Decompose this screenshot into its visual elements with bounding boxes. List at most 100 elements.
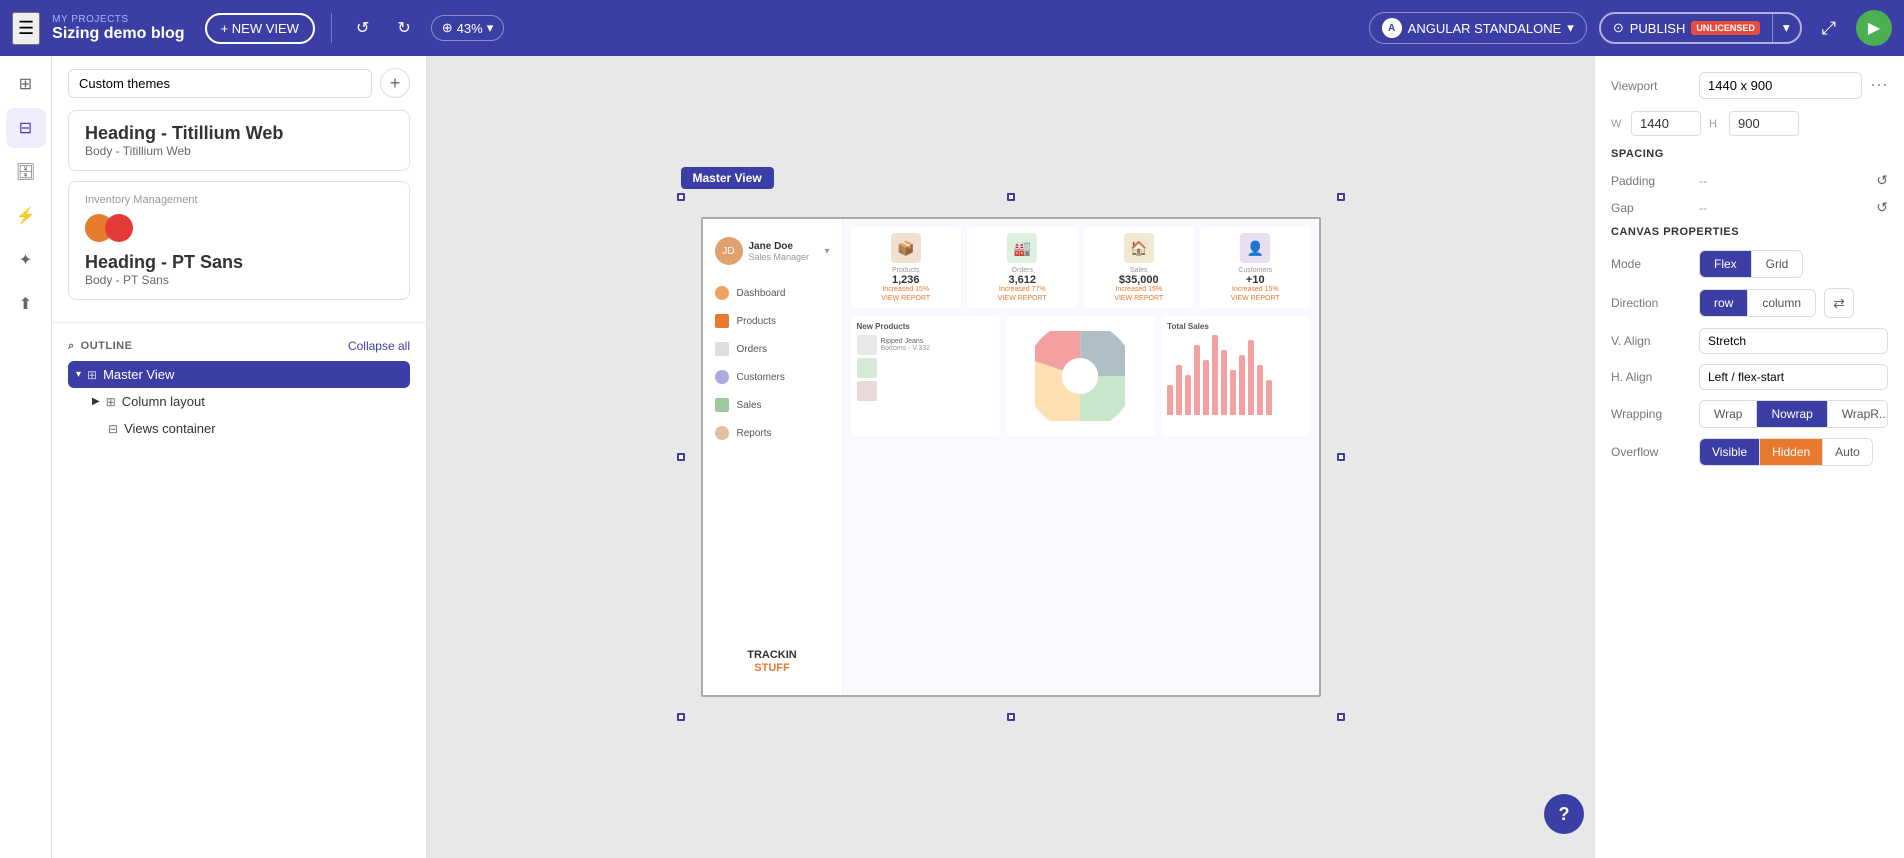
nav-products-label: Products xyxy=(737,316,776,327)
padding-label: Padding xyxy=(1611,174,1691,188)
h-align-select[interactable]: Left / flex-start Center Right / flex-en… xyxy=(1699,364,1888,390)
nav-orders-icon xyxy=(715,342,729,356)
direction-label: Direction xyxy=(1611,296,1691,310)
theme-heading-font: Heading - Titillium Web xyxy=(85,123,393,144)
theme-add-button[interactable]: + xyxy=(380,68,410,98)
handle-middle-right[interactable] xyxy=(1337,453,1345,461)
visible-button[interactable]: Visible xyxy=(1700,439,1760,465)
separator xyxy=(331,13,332,43)
new-view-button[interactable]: + NEW VIEW xyxy=(205,13,315,44)
mode-row: Mode Flex Grid xyxy=(1611,250,1888,278)
bar-5 xyxy=(1203,360,1209,415)
publish-button[interactable]: ⊙ PUBLISH UNLICENSED xyxy=(1601,14,1772,42)
flex-button[interactable]: Flex xyxy=(1700,251,1752,277)
user-name: Jane Doe xyxy=(749,241,810,252)
product-img-2 xyxy=(857,358,877,378)
collapse-all-button[interactable]: Collapse all xyxy=(348,339,410,353)
sidebar-icon-interactions[interactable]: ⚡ xyxy=(6,196,46,236)
product-info-1: Ripped JeansBottoms - V.332 xyxy=(881,338,931,352)
menu-icon[interactable]: ☰ xyxy=(12,12,40,45)
direction-swap-button[interactable]: ⇄ xyxy=(1824,288,1854,318)
handle-bottom-right[interactable] xyxy=(1337,713,1345,721)
nav-orders[interactable]: Orders xyxy=(703,335,842,363)
handle-bottom-center[interactable] xyxy=(1007,713,1015,721)
bar-3 xyxy=(1185,375,1191,415)
outline-item-column-layout[interactable]: ▶ ⊞ Column layout xyxy=(84,388,410,415)
nav-customers-label: Customers xyxy=(737,372,785,383)
main-canvas: Master View JD Jane Doe xyxy=(427,56,1594,858)
preview-logo: TRACKINSTUFF xyxy=(703,641,842,683)
column-layout-label: Column layout xyxy=(122,394,205,409)
stat-customers-link[interactable]: VIEW REPORT xyxy=(1206,295,1305,302)
play-button[interactable]: ▶ xyxy=(1856,10,1892,46)
zoom-icon: ⊕ xyxy=(442,20,453,36)
bar-9 xyxy=(1239,355,1245,415)
stat-sales-link[interactable]: VIEW REPORT xyxy=(1090,295,1189,302)
theme-circles xyxy=(85,214,393,242)
product-row-3 xyxy=(857,381,994,401)
master-view-frame: JD Jane Doe Sales Manager ▾ Dashboard xyxy=(701,217,1321,697)
nav-reports[interactable]: Reports xyxy=(703,419,842,447)
handle-top-center[interactable] xyxy=(1007,193,1015,201)
framework-selector[interactable]: A ANGULAR STANDALONE ▾ xyxy=(1369,12,1587,44)
sidebar-icon-components[interactable]: ⊟ xyxy=(6,108,46,148)
column-button[interactable]: column xyxy=(1748,290,1815,316)
publish-dropdown-button[interactable]: ▾ xyxy=(1772,14,1800,42)
row-button[interactable]: row xyxy=(1700,290,1748,316)
framework-chevron: ▾ xyxy=(1567,20,1574,36)
right-panel: Viewport 1440 x 900 ⋯ W H SPACING Paddin… xyxy=(1594,56,1904,858)
more-options-icon[interactable]: ⋯ xyxy=(1870,75,1888,96)
avatar-image: JD xyxy=(715,237,743,265)
zoom-control[interactable]: ⊕ 43% ▾ xyxy=(431,15,504,41)
nav-sales[interactable]: Sales xyxy=(703,391,842,419)
gap-value: -- xyxy=(1699,201,1868,215)
handle-top-left[interactable] xyxy=(677,193,685,201)
publish-label: PUBLISH xyxy=(1630,21,1686,36)
width-input[interactable] xyxy=(1631,111,1701,136)
stat-orders-link[interactable]: VIEW REPORT xyxy=(973,295,1072,302)
nav-products[interactable]: Products xyxy=(703,307,842,335)
share-button[interactable]: ⤢ xyxy=(1814,14,1844,43)
v-align-label: V. Align xyxy=(1611,334,1691,348)
stat-products-icon: 📦 xyxy=(891,233,921,263)
wrapping-label: Wrapping xyxy=(1611,407,1691,421)
padding-reset-icon[interactable]: ↺ xyxy=(1876,172,1888,189)
bar-6 xyxy=(1212,335,1218,415)
grid-button[interactable]: Grid xyxy=(1752,251,1803,277)
theme-dropdown[interactable]: Custom themes xyxy=(68,69,372,98)
outline-item-master-view[interactable]: ▾ ⊞ Master View xyxy=(68,361,410,388)
handle-top-right[interactable] xyxy=(1337,193,1345,201)
nav-dashboard[interactable]: Dashboard xyxy=(703,279,842,307)
wrap-button[interactable]: Wrap xyxy=(1700,401,1757,427)
user-role: Sales Manager xyxy=(749,252,810,262)
nowrap-button[interactable]: Nowrap xyxy=(1757,401,1827,427)
sidebar-icon-data[interactable]: 🗄 xyxy=(6,152,46,192)
wraprev-button[interactable]: WrapR... xyxy=(1828,401,1888,427)
stat-products-link[interactable]: VIEW REPORT xyxy=(857,295,956,302)
outline-item-views-container[interactable]: ⊟ Views container xyxy=(100,415,410,442)
bar-chart-title: Total Sales xyxy=(1167,322,1304,331)
nav-sales-icon xyxy=(715,398,729,412)
stat-orders-change: Increased 77% xyxy=(973,286,1072,293)
handle-middle-left[interactable] xyxy=(677,453,685,461)
redo-button[interactable]: ↻ xyxy=(389,14,418,42)
direction-row: Direction row column ⇄ xyxy=(1611,288,1888,318)
gap-reset-icon[interactable]: ↺ xyxy=(1876,199,1888,216)
sidebar-icon-ai[interactable]: ✦ xyxy=(6,240,46,280)
sidebar-icon-publish[interactable]: ⬆ xyxy=(6,284,46,324)
project-title: Sizing demo blog xyxy=(52,25,184,43)
help-button[interactable]: ? xyxy=(1544,794,1584,834)
hidden-button[interactable]: Hidden xyxy=(1760,439,1823,465)
handle-bottom-left[interactable] xyxy=(677,713,685,721)
wrapping-button-group: Wrap Nowrap WrapR... xyxy=(1699,400,1888,428)
bar-2 xyxy=(1176,365,1182,415)
undo-button[interactable]: ↺ xyxy=(348,14,377,42)
v-align-select[interactable]: Stretch Start Center End xyxy=(1699,328,1888,354)
views-container-icon: ⊟ xyxy=(108,422,118,436)
viewport-select[interactable]: 1440 x 900 xyxy=(1699,72,1862,99)
spacing-section-title: SPACING xyxy=(1611,148,1888,160)
nav-customers[interactable]: Customers xyxy=(703,363,842,391)
sidebar-icon-pages[interactable]: ⊞ xyxy=(6,64,46,104)
height-input[interactable] xyxy=(1729,111,1799,136)
auto-button[interactable]: Auto xyxy=(1823,439,1872,465)
